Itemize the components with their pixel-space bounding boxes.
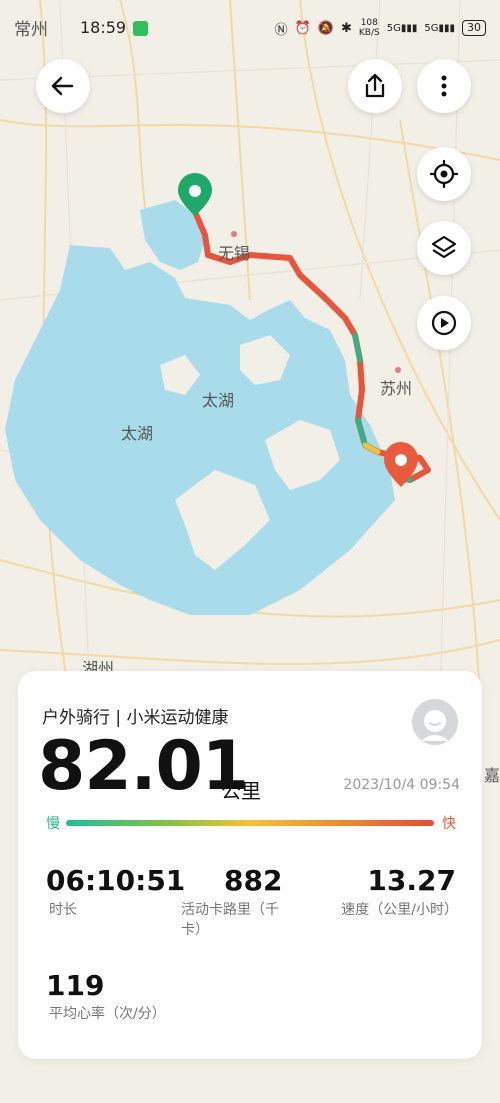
distance-unit: 公里 [221, 779, 261, 803]
more-vertical-icon [441, 75, 447, 97]
nfc-icon: Ⓝ [274, 22, 288, 38]
avatar[interactable] [412, 699, 458, 745]
distance-value: 82.01 [38, 727, 249, 806]
duration-label: 时长 [49, 902, 77, 918]
mute-icon: 🔕 [317, 20, 334, 36]
back-button[interactable] [36, 59, 90, 113]
heart-rate-label: 平均心率（次/分） [49, 1006, 166, 1022]
calories-value: 882 [224, 864, 283, 897]
speed-fast-label: 快 [442, 816, 456, 832]
locate-button[interactable] [417, 147, 471, 201]
signal-icon: 5G▮▮▮ [424, 22, 455, 34]
layers-button[interactable] [417, 221, 471, 275]
map-label-jiaxing: 嘉 [484, 766, 500, 785]
bluetooth-icon: ✱ [340, 20, 352, 36]
workout-date: 2023/10/4 09:54 [343, 777, 460, 793]
back-icon [51, 76, 74, 96]
status-bar: 常州 18:59 Ⓝ ⏰ 🔕 ✱ 108 KB/S 5G▮▮▮ 5G▮▮▮ 30 [0, 0, 500, 56]
duration-value: 06:10:51 [46, 864, 186, 897]
workout-summary-card: 户外骑行 | 小米运动健康 82.01 公里 2023/10/4 09:54 慢… [18, 671, 482, 1059]
share-icon [365, 73, 385, 98]
calories-label: 活动卡路里（千卡） [181, 902, 279, 938]
status-time: 18:59 [80, 18, 127, 37]
user-avatar-icon [412, 699, 458, 745]
play-button[interactable] [417, 296, 471, 350]
battery-icon: 30 [462, 20, 486, 36]
more-button[interactable] [417, 59, 471, 113]
map-label-taihu: 太湖 [202, 391, 235, 410]
map-label-suzhou: 苏州 [380, 379, 413, 398]
speed-value: 13.27 [367, 864, 456, 897]
network-speed: 108 KB/S [358, 18, 380, 38]
play-icon [431, 310, 457, 336]
speed-slow-label: 慢 [46, 816, 60, 832]
status-city-label: 常州 [14, 20, 48, 40]
speed-label: 速度（公里/小时） [341, 902, 458, 918]
workout-title: 户外骑行 | 小米运动健康 [42, 708, 229, 728]
map-label-taihu: 太湖 [121, 424, 154, 443]
signal-icon: 5G▮▮▮ [386, 22, 418, 34]
wechat-notification-icon [133, 21, 148, 36]
speed-legend-bar [66, 820, 434, 826]
alarm-icon: ⏰ [294, 20, 311, 36]
map-label-wuxi: 无锡 [218, 244, 251, 263]
heart-rate-value: 119 [46, 969, 105, 1002]
status-icons: Ⓝ ⏰ 🔕 ✱ 108 KB/S 5G▮▮▮ 5G▮▮▮ 30 [275, 18, 486, 38]
locate-icon [429, 159, 459, 189]
share-button[interactable] [348, 59, 402, 113]
layers-icon [431, 235, 457, 259]
